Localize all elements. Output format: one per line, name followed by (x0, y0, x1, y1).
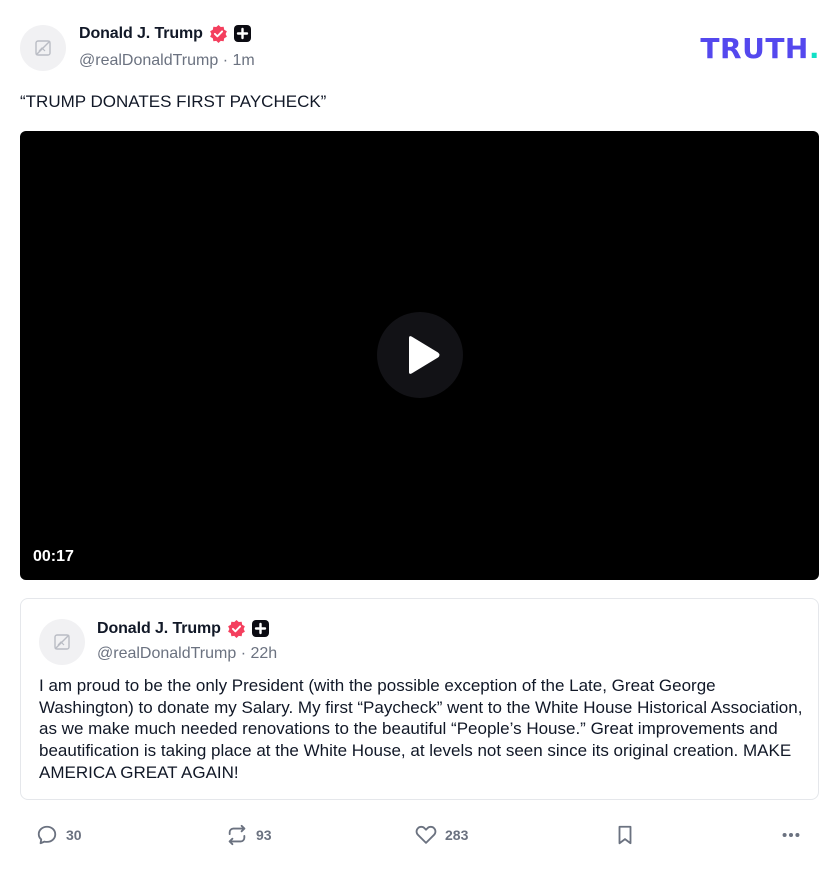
reply-icon (37, 825, 57, 845)
bookmark-icon (618, 825, 632, 845)
retruth-button[interactable]: 93 (226, 814, 272, 856)
like-count: 283 (445, 827, 469, 843)
truth-logo[interactable]: TRUTH. (700, 32, 820, 65)
heart-icon (415, 825, 437, 844)
video-duration: 00:17 (33, 548, 74, 565)
quote-author-meta: @realDonaldTrump · 22h (97, 645, 277, 663)
play-button[interactable] (377, 312, 463, 398)
bookmark-button[interactable] (614, 814, 636, 856)
avatar[interactable] (20, 25, 66, 71)
plus-badge-icon (233, 25, 251, 42)
reply-button[interactable]: 30 (36, 814, 82, 856)
post-text: “TRUMP DONATES FIRST PAYCHECK” (20, 92, 327, 111)
image-placeholder-icon (35, 40, 51, 56)
author-meta: @realDonaldTrump · 1m (79, 52, 255, 70)
quoted-post[interactable]: Donald J. Trump @realDonaldTrump · 22h I… (20, 598, 819, 800)
more-options-button[interactable] (780, 814, 802, 856)
reply-count: 30 (66, 827, 82, 843)
post-time[interactable]: 1m (233, 52, 255, 69)
quote-author-row: Donald J. Trump (97, 619, 269, 638)
retruth-count: 93 (256, 827, 272, 843)
more-icon (782, 832, 800, 838)
author-name[interactable]: Donald J. Trump (79, 25, 203, 43)
quote-text: I am proud to be the only President (wit… (39, 676, 803, 782)
quote-author-handle[interactable]: @realDonaldTrump (97, 645, 236, 662)
play-icon (409, 336, 440, 374)
like-button[interactable]: 283 (415, 814, 468, 856)
logo-text: TRUTH (700, 32, 809, 65)
plus-badge-icon (251, 620, 269, 637)
quote-author-name[interactable]: Donald J. Trump (97, 620, 221, 638)
quote-avatar[interactable] (39, 619, 85, 665)
logo-dot: . (808, 32, 820, 65)
retruth-icon (228, 824, 246, 846)
truth-post: Donald J. Trump @realDonaldTrump · 1m TR… (0, 0, 840, 876)
image-placeholder-icon (54, 634, 70, 650)
author-row: Donald J. Trump (79, 24, 251, 43)
meta-separator: · (240, 645, 251, 662)
video-player[interactable]: 00:17 (20, 131, 819, 580)
quote-time[interactable]: 22h (251, 645, 278, 662)
verified-badge-icon (227, 619, 245, 638)
author-handle[interactable]: @realDonaldTrump (79, 52, 218, 69)
action-bar: 30 93 283 (0, 814, 840, 856)
meta-separator: · (222, 52, 233, 69)
verified-badge-icon (209, 24, 227, 43)
